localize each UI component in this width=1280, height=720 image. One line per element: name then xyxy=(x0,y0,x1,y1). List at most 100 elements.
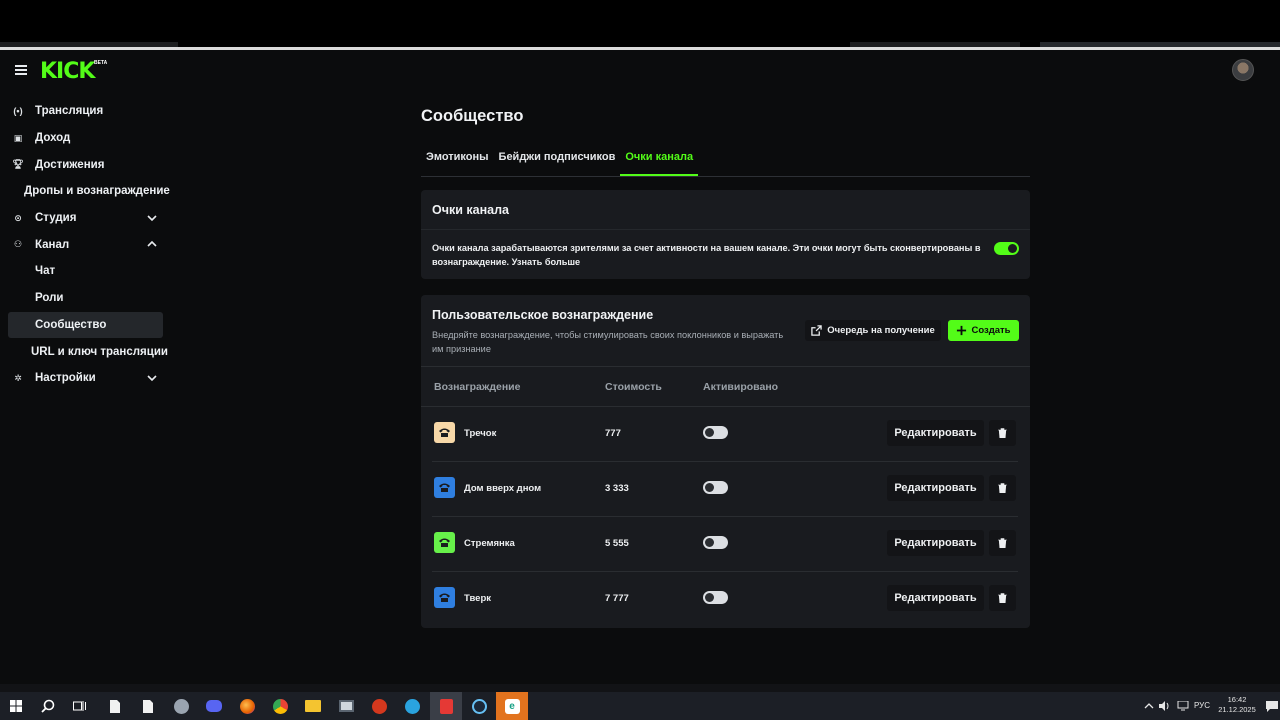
create-reward-button[interactable]: Создать xyxy=(948,320,1019,341)
sidebar-item-label: Канал xyxy=(35,238,70,251)
column-header-cost: Стоимость xyxy=(605,381,662,393)
studio-icon: ⊙ xyxy=(14,212,22,223)
sidebar-item-broadcast[interactable]: (•) Трансляция xyxy=(0,98,170,125)
button-label: Создать xyxy=(971,325,1011,336)
language-indicator[interactable]: РУС xyxy=(1194,701,1210,710)
sidebar-item-settings[interactable]: ✲ Настройки xyxy=(0,365,170,392)
windows-taskbar: e РУС 16:42 21.12.2025 xyxy=(0,692,1280,720)
steam-icon[interactable] xyxy=(469,696,489,716)
reward-cost: 5 555 xyxy=(605,538,629,549)
tab-subscriber-badges[interactable]: Бейджи подписчиков xyxy=(494,145,621,176)
search-icon[interactable] xyxy=(38,696,58,716)
row-divider xyxy=(421,406,1030,407)
reward-active-toggle[interactable] xyxy=(703,591,728,604)
table-row: Тречок 777 Редактировать xyxy=(421,406,1030,461)
notification-icon[interactable] xyxy=(1262,696,1280,716)
menu-icon[interactable] xyxy=(15,65,27,75)
file-icon[interactable] xyxy=(105,696,125,716)
page-title: Сообщество xyxy=(421,107,524,125)
edit-button[interactable]: Редактировать xyxy=(887,530,984,556)
edit-button[interactable]: Редактировать xyxy=(887,420,984,446)
reward-active-toggle[interactable] xyxy=(703,426,728,439)
divider xyxy=(421,366,1030,367)
tab-bar: Эмотиконы Бейджи подписчиков Очки канала xyxy=(421,145,1030,177)
reward-cost: 777 xyxy=(605,428,621,439)
plus-icon xyxy=(957,325,967,336)
sidebar-item-roles[interactable]: Роли xyxy=(0,285,170,312)
column-header-reward: Вознаграждение xyxy=(434,381,521,393)
volume-icon[interactable] xyxy=(1155,696,1175,716)
sidebar-item-label: Чат xyxy=(35,265,56,278)
row-divider xyxy=(432,516,1018,517)
user-avatar[interactable] xyxy=(1232,59,1254,81)
table-row: Тверк 7 777 Редактировать xyxy=(421,571,1030,626)
wallet-icon: ▣ xyxy=(13,132,23,143)
windows-start-icon[interactable] xyxy=(6,696,26,716)
clock-date: 21.12.2025 xyxy=(1218,705,1256,714)
trash-icon xyxy=(998,593,1007,603)
delete-button[interactable] xyxy=(989,585,1016,611)
beta-badge: BETA xyxy=(94,60,108,66)
task-view-icon[interactable] xyxy=(70,696,90,716)
reward-name: Стремянка xyxy=(464,538,515,549)
status-bar xyxy=(0,684,1280,692)
folder-icon[interactable] xyxy=(303,696,323,716)
external-link-icon xyxy=(811,325,822,336)
sidebar-item-income[interactable]: ▣ Доход xyxy=(0,125,170,152)
app-window-icon[interactable] xyxy=(336,696,356,716)
custom-rewards-card: Пользовательское вознаграждение Внедряйт… xyxy=(421,295,1030,628)
app-icon[interactable] xyxy=(436,696,456,716)
edit-button[interactable]: Редактировать xyxy=(887,475,984,501)
trash-icon xyxy=(998,483,1007,493)
clock[interactable]: 16:42 21.12.2025 xyxy=(1218,695,1256,715)
chevron-up-icon xyxy=(147,241,157,248)
tab-emotes[interactable]: Эмотиконы xyxy=(421,145,494,176)
sidebar-item-studio[interactable]: ⊙ Студия xyxy=(0,205,170,232)
edit-button[interactable]: Редактировать xyxy=(887,585,984,611)
chevron-down-icon xyxy=(147,375,157,382)
channel-points-toggle[interactable] xyxy=(994,242,1019,255)
file-icon[interactable] xyxy=(138,696,158,716)
channel-icon: ⚇ xyxy=(13,239,23,250)
delete-button[interactable] xyxy=(989,530,1016,556)
column-header-active: Активировано xyxy=(703,381,779,393)
reward-cost: 7 777 xyxy=(605,593,629,604)
reward-phone-icon xyxy=(434,532,455,553)
firefox-icon[interactable] xyxy=(237,696,257,716)
reward-active-toggle[interactable] xyxy=(703,536,728,549)
sidebar-item-channel[interactable]: ⚇ Канал xyxy=(0,231,170,258)
reward-name: Тречок xyxy=(464,428,497,439)
table-row: Дом вверх дном 3 333 Редактировать xyxy=(421,461,1030,516)
sidebar-item-chat[interactable]: Чат xyxy=(0,258,170,285)
sidebar-item-label: Трансляция xyxy=(35,105,104,118)
app-icon[interactable]: e xyxy=(502,696,522,716)
sidebar-item-achievements[interactable]: 🏆︎ Достижения xyxy=(0,151,170,178)
clock-time: 16:42 xyxy=(1227,695,1247,704)
sidebar-item-drops[interactable]: Дропы и вознаграждение xyxy=(0,178,170,205)
table-row: Стремянка 5 555 Редактировать xyxy=(421,516,1030,571)
reward-active-toggle[interactable] xyxy=(703,481,728,494)
row-divider xyxy=(432,571,1018,572)
reward-phone-icon xyxy=(434,422,455,443)
chrome-icon[interactable] xyxy=(270,696,290,716)
sidebar-item-community[interactable]: Сообщество xyxy=(8,311,163,339)
telegram-icon[interactable] xyxy=(402,696,422,716)
reward-phone-icon xyxy=(434,477,455,498)
redemption-queue-button[interactable]: Очередь на получение xyxy=(805,320,941,341)
app-icon[interactable] xyxy=(171,696,191,716)
delete-button[interactable] xyxy=(989,420,1016,446)
sidebar-item-label: URL и ключ трансляции xyxy=(31,345,168,358)
discord-icon[interactable] xyxy=(204,696,224,716)
chevron-down-icon xyxy=(147,215,157,221)
reward-name: Тверк xyxy=(464,593,491,604)
network-icon[interactable] xyxy=(1173,696,1193,716)
tab-channel-points[interactable]: Очки канала xyxy=(620,145,699,176)
sidebar-item-label: Достижения xyxy=(35,158,105,171)
gear-icon: ✲ xyxy=(14,372,22,383)
delete-button[interactable] xyxy=(989,475,1016,501)
trophy-icon: 🏆︎ xyxy=(12,159,24,170)
sidebar-item-stream-url[interactable]: URL и ключ трансляции xyxy=(0,338,170,365)
app-icon[interactable] xyxy=(369,696,389,716)
kick-logo[interactable]: KICK xyxy=(40,59,95,84)
reward-name: Дом вверх дном xyxy=(464,483,542,494)
